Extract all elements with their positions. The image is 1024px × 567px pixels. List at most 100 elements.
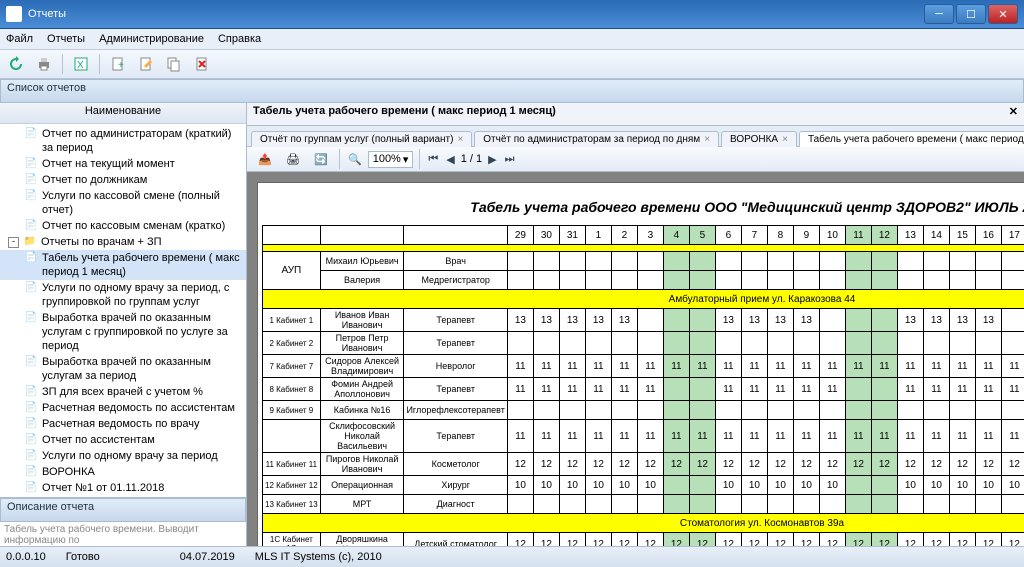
sidebar: Наименование 📄 Отчет по администраторам (… [0,103,247,546]
nav-first-button[interactable]: ⏮ [426,153,440,166]
tree-item[interactable]: 📄Выработка врачей по оказанным услугам с… [0,310,246,354]
page-indicator: 1 / 1 [461,153,482,165]
report-icon: 📄 [24,481,38,493]
tab-close-icon[interactable]: × [704,134,710,145]
tree-item-label: Отчет по должникам [42,173,242,187]
menu-file[interactable]: Файл [6,33,33,45]
print-report-button[interactable]: 🖨 [281,147,305,171]
description-text: Табель учета рабочего времени. Выводит и… [0,522,246,548]
menu-bar: Файл Отчеты Администрирование Справка [0,29,1024,50]
report-icon: 📄 [24,433,38,445]
minimize-button[interactable]: ─ [924,4,954,24]
tree-item[interactable]: 📄Выработка врачей по оказанным услугам з… [0,354,246,384]
content-title-bar: Табель учета рабочего времени ( макс пер… [247,103,1024,126]
tab[interactable]: ВОРОНКА× [721,131,797,147]
report-icon: 📄 [24,311,38,323]
report-icon: 📄 [24,189,38,201]
tree-item[interactable]: 📄ВОРОНКА [0,464,246,480]
refresh-button[interactable] [4,52,28,76]
tree-item-label: Отчет по кассовым сменам (кратко) [42,219,242,233]
tree-item[interactable]: 📄 Услуги по одному врачу за период, с гру… [0,280,246,310]
tree-item-label: Отчет по администраторам (краткий) за пе… [42,127,242,155]
menu-reports[interactable]: Отчеты [47,33,85,45]
doc-copy-button[interactable] [162,52,186,76]
tree-item[interactable]: 📄 Отчет по кассовым сменам (кратко) [0,218,246,234]
tree-item-label: Услуги по одному врачу за период, с груп… [42,281,242,309]
tab[interactable]: Отчёт по группам услуг (полный вариант)× [251,131,472,147]
timesheet-table: 2930311234567891011121314151617181920212… [262,225,1024,546]
tree-item-label: Отчет по ассистентам [42,433,242,447]
report-icon: 📄 [24,127,38,139]
tree-item[interactable]: 📄 Отчет по должникам [0,172,246,188]
report-tree[interactable]: 📄 Отчет по администраторам (краткий) за п… [0,124,246,497]
report-icon: 📄 [24,417,38,429]
sidebar-panel-title: Список отчетов [0,79,1024,103]
menu-admin[interactable]: Администрирование [99,33,204,45]
report-page: Табель учета рабочего времени ООО "Медиц… [257,182,1024,546]
tree-item[interactable]: 📄 Отчет по администраторам (краткий) за п… [0,126,246,156]
app-icon [6,6,22,22]
nav-last-button[interactable]: ⏭ [503,153,517,166]
tab[interactable]: Табель учета рабочего времени ( макс пер… [799,131,1024,147]
report-tabs: Отчёт по группам услуг (полный вариант)×… [247,126,1024,147]
description-title: Описание отчета [0,498,246,522]
content-title: Табель учета рабочего времени ( макс пер… [253,105,556,123]
tree-item[interactable]: 📄 Услуги по кассовой смене (полный отчет) [0,188,246,218]
tree-item[interactable]: 📄 Отчет №1 от 01.11.2018 [0,480,246,496]
refresh-report-button[interactable]: 🔄 [309,147,333,171]
export-button[interactable]: 📤 [253,147,277,171]
tree-item-label: Расчетная ведомость по врачу [42,417,242,431]
tree-item-label: Услуги по одному врачу за период [42,449,242,463]
expand-icon[interactable]: - [8,237,19,248]
maximize-button[interactable]: ☐ [956,4,986,24]
print-button[interactable] [32,52,56,76]
tree-item[interactable]: 📄 Расчетная ведомость по ассистентам [0,400,246,416]
report-toolbar: 📤 🖨 🔄 🔍 100% ▾ ⏮ ◀ 1 / 1 ▶ ⏭ [247,147,1024,172]
report-title: Табель учета рабочего времени ООО "Медиц… [262,199,1024,215]
window-title: Отчеты [28,8,66,20]
tree-item-label: Отчеты по врачам + ЗП [41,235,242,249]
close-button[interactable]: ✕ [988,4,1018,24]
report-icon: 📄 [24,173,38,185]
tree-item-label: Табель учета рабочего времени ( макс пер… [42,251,242,279]
tree-item-label: Услуги по кассовой смене (полный отчет) [42,189,242,217]
tree-item[interactable]: 📄 Отчет на текущий момент [0,156,246,172]
report-viewport[interactable]: Табель учета рабочего времени ООО "Медиц… [247,172,1024,546]
nav-prev-button[interactable]: ◀ [444,153,456,166]
tree-item[interactable]: 📄ЗП для всех врачей с учетом % [0,384,246,400]
tree-item[interactable]: 📄Услуги по одному врачу за период [0,448,246,464]
tree-item[interactable]: 📄Табель учета рабочего времени ( макс пе… [0,250,246,280]
zoom-out-icon[interactable]: 🔍 [346,153,364,166]
report-icon: 📄 [24,401,38,413]
main-toolbar: X + [0,50,1024,79]
report-icon: 📄 [24,219,38,231]
menu-help[interactable]: Справка [218,33,261,45]
tree-item-label: Отчет на текущий момент [42,157,242,171]
status-date: 04.07.2019 [180,551,235,563]
doc-add-button[interactable]: + [106,52,130,76]
report-icon: 📄 [24,385,38,397]
tree-item[interactable]: 📄 Отчет по ассистентам [0,432,246,448]
report-icon: 📄 [24,465,38,477]
svg-text:X: X [77,60,84,71]
report-icon: 📄 [24,281,38,293]
tree-item-label: Расчетная ведомость по ассистентам [42,401,242,415]
doc-delete-button[interactable] [190,52,214,76]
tab[interactable]: Отчёт по администраторам за период по дн… [474,131,719,147]
tab-close-icon[interactable]: × [782,134,788,145]
tab-close-icon[interactable]: × [457,134,463,145]
status-copyright: MLS IT Systems (c), 2010 [255,551,382,563]
nav-next-button[interactable]: ▶ [486,153,498,166]
tree-item[interactable]: -📁Отчеты по врачам + ЗП [0,234,246,250]
content-area: Табель учета рабочего времени ( макс пер… [247,103,1024,546]
export-excel-button[interactable]: X [69,52,93,76]
tree-item[interactable]: 📄 Расчетная ведомость по врачу [0,416,246,432]
report-icon: 📄 [24,157,38,169]
svg-text:+: + [118,60,124,71]
zoom-select[interactable]: 100% ▾ [368,151,414,168]
tree-item-label: Отчет №1 от 01.11.2018 [42,481,242,495]
tree-header: Наименование [0,103,246,124]
doc-edit-button[interactable] [134,52,158,76]
window-titlebar: Отчеты ─ ☐ ✕ [0,0,1024,29]
content-close-button[interactable]: ✕ [1009,105,1018,123]
